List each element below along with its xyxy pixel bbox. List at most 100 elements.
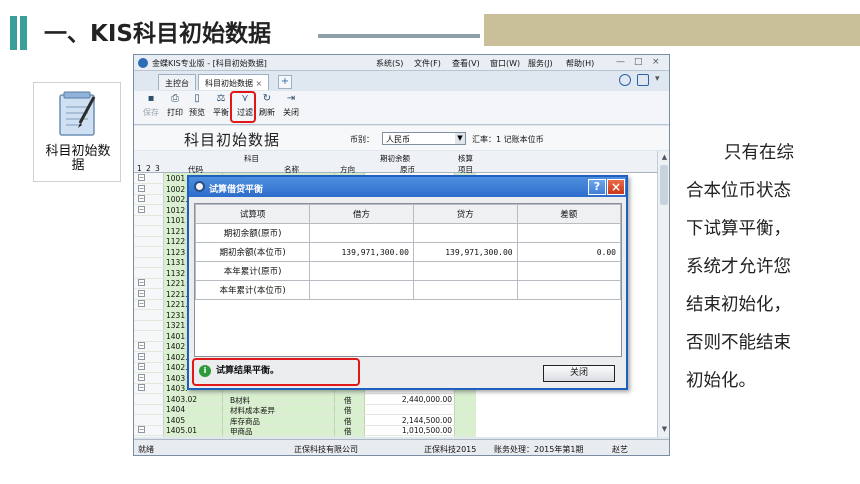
close-page-button[interactable]: ⇥ 关闭 bbox=[280, 93, 302, 118]
smiley-icon[interactable] bbox=[619, 74, 631, 86]
collapse-icon[interactable]: − bbox=[138, 384, 145, 391]
notepad-pen-icon bbox=[59, 91, 96, 136]
trial-balance-table-area: 试算项 借方 贷方 差额 期初余额(原币) 期初余额(本位币) 139,971,… bbox=[194, 203, 622, 357]
menu-service[interactable]: 服务(J) bbox=[528, 58, 553, 69]
row-item: 本年累计(原币) bbox=[194, 261, 311, 281]
save-button[interactable]: ▪ 保存 bbox=[140, 93, 162, 118]
table-row[interactable]: 1405 库存商品借 2,144,500.00 bbox=[134, 415, 476, 426]
menu-help[interactable]: 帮助(H) bbox=[566, 58, 594, 69]
description-line: 结束初始化， bbox=[686, 295, 791, 315]
collapse-icon[interactable]: − bbox=[138, 363, 145, 370]
table-row[interactable]: 1404 材料成本差异借 bbox=[134, 404, 476, 415]
code-cell: 1401 bbox=[166, 331, 186, 341]
balance-icon: ⚖ bbox=[216, 93, 226, 104]
filter-button-highlight bbox=[230, 91, 256, 123]
column-header: 试算项 bbox=[194, 204, 311, 224]
description-line: 只有在综 bbox=[724, 143, 794, 163]
credit-cell bbox=[412, 261, 518, 281]
title-accent-bar bbox=[20, 16, 27, 50]
refresh-button[interactable]: ↻ 刷新 bbox=[256, 93, 278, 118]
scroll-down-icon[interactable]: ▼ bbox=[660, 425, 669, 433]
diff-cell bbox=[516, 223, 622, 243]
diff-cell bbox=[516, 280, 622, 300]
column-header: 差额 bbox=[516, 204, 622, 224]
status-bar: 就绪 正保科技有限公司 正保科技2015 账务处理：2015年第1期 赵艺 bbox=[134, 439, 669, 455]
debit-cell bbox=[309, 280, 414, 300]
title-accent-bar bbox=[10, 16, 17, 50]
code-cell: 1405.01 bbox=[166, 426, 198, 435]
status-user: 赵艺 bbox=[612, 445, 628, 454]
description-text: 只有在综 合本位币状态 下试算平衡， 系统才允许您 结束初始化， 否则不能结束 … bbox=[686, 134, 826, 400]
code-cell: 1403 bbox=[166, 373, 186, 383]
maximize-button[interactable]: □ bbox=[634, 57, 643, 67]
diff-cell bbox=[516, 261, 622, 281]
level-1-button[interactable]: 1 bbox=[137, 164, 142, 173]
menu-system[interactable]: 系统(S) bbox=[376, 58, 403, 69]
code-cell: 1121 bbox=[166, 226, 186, 236]
kis-logo-icon bbox=[138, 58, 148, 68]
tab-console[interactable]: 主控台 bbox=[158, 74, 196, 90]
collapse-icon[interactable]: − bbox=[138, 205, 145, 213]
tab-close-icon[interactable]: × bbox=[256, 79, 263, 88]
column-header: 贷方 bbox=[412, 204, 518, 224]
description-line: 合本位币状态 bbox=[686, 181, 791, 201]
preview-button[interactable]: ▯ 预览 bbox=[186, 93, 208, 118]
save-icon: ▪ bbox=[147, 93, 155, 104]
collapse-icon[interactable]: − bbox=[138, 184, 145, 192]
collapse-icon[interactable]: − bbox=[138, 300, 145, 307]
toolbar-label: 打印 bbox=[167, 108, 183, 117]
close-button[interactable]: 关闭 bbox=[543, 365, 615, 382]
collapse-icon[interactable]: − bbox=[138, 174, 145, 181]
menu-file[interactable]: 文件(F) bbox=[414, 58, 441, 69]
table-row: 本年累计(本位币) bbox=[194, 280, 622, 300]
icon-label: 科目初始数 据 bbox=[38, 145, 118, 173]
code-cell: 1122 bbox=[166, 237, 186, 246]
table-header-row: 试算项 借方 贷方 差额 bbox=[194, 204, 622, 224]
code-cell: 1231 bbox=[166, 310, 186, 320]
collapse-icon[interactable]: − bbox=[138, 289, 145, 297]
collapse-icon[interactable]: − bbox=[138, 342, 145, 349]
dialog-close-button[interactable]: × bbox=[607, 179, 625, 195]
collapse-icon[interactable]: − bbox=[138, 373, 145, 381]
print-button[interactable]: ⎙ 打印 bbox=[164, 93, 186, 118]
scroll-thumb[interactable] bbox=[660, 165, 668, 205]
table-row[interactable]: 1403.02 B材料借 2,440,000.00 bbox=[134, 394, 476, 405]
collapse-icon[interactable]: − bbox=[138, 426, 145, 433]
chevron-down-icon: ▼ bbox=[455, 133, 465, 144]
icon-label-line: 据 bbox=[71, 158, 85, 173]
close-window-button[interactable]: × bbox=[652, 57, 660, 67]
collapse-icon[interactable]: − bbox=[138, 195, 145, 202]
balance-button[interactable]: ⚖ 平衡 bbox=[210, 93, 232, 118]
collapse-icon[interactable]: − bbox=[138, 279, 145, 286]
code-cell: 1002. bbox=[166, 195, 188, 204]
add-tab-button[interactable]: + bbox=[278, 75, 292, 89]
currency-value: 人民币 bbox=[386, 135, 410, 144]
message-icon[interactable] bbox=[637, 74, 649, 86]
table-row[interactable]: − 1405.01 甲商品 借 1,010,500.00 bbox=[134, 425, 476, 436]
exchange-rate-text: 汇率：1 记账本位币 bbox=[472, 135, 544, 144]
debit-cell bbox=[309, 261, 414, 281]
minimize-button[interactable]: — bbox=[616, 57, 625, 67]
menu-view[interactable]: 查看(V) bbox=[452, 58, 480, 69]
level-2-button[interactable]: 2 bbox=[146, 164, 151, 173]
tab-subject-data[interactable]: 科目初始数据 × bbox=[198, 74, 270, 90]
chevron-down-icon[interactable]: ▾ bbox=[655, 74, 660, 84]
toolbar-label: 刷新 bbox=[259, 108, 275, 117]
code-cell: 1101 bbox=[166, 216, 186, 225]
credit-cell bbox=[412, 223, 518, 243]
credit-cell: 139,971,300.00 bbox=[412, 242, 518, 262]
code-cell: 1405 bbox=[166, 415, 186, 425]
code-cell: 1012 bbox=[166, 205, 186, 215]
help-button[interactable]: ? bbox=[588, 179, 606, 195]
code-cell: 1123 bbox=[166, 247, 186, 257]
collapse-icon[interactable]: − bbox=[138, 352, 145, 360]
scroll-up-icon[interactable]: ▲ bbox=[660, 153, 669, 161]
code-cell: 1002 bbox=[166, 184, 186, 194]
amount-cell: 2,440,000.00 bbox=[401, 394, 452, 404]
vertical-scrollbar[interactable]: ▲ ▼ bbox=[657, 151, 669, 437]
level-3-button[interactable]: 3 bbox=[155, 164, 160, 173]
menu-window[interactable]: 窗口(W) bbox=[490, 58, 520, 69]
toolbar: ▪ 保存 ⎙ 打印 ▯ 预览 ⚖ 平衡 ⋎ 过滤 ↻ 刷新 ⇥ 关闭 bbox=[134, 91, 669, 125]
currency-select[interactable]: 人民币 ▼ bbox=[382, 132, 466, 145]
debit-cell: 139,971,300.00 bbox=[309, 242, 414, 262]
